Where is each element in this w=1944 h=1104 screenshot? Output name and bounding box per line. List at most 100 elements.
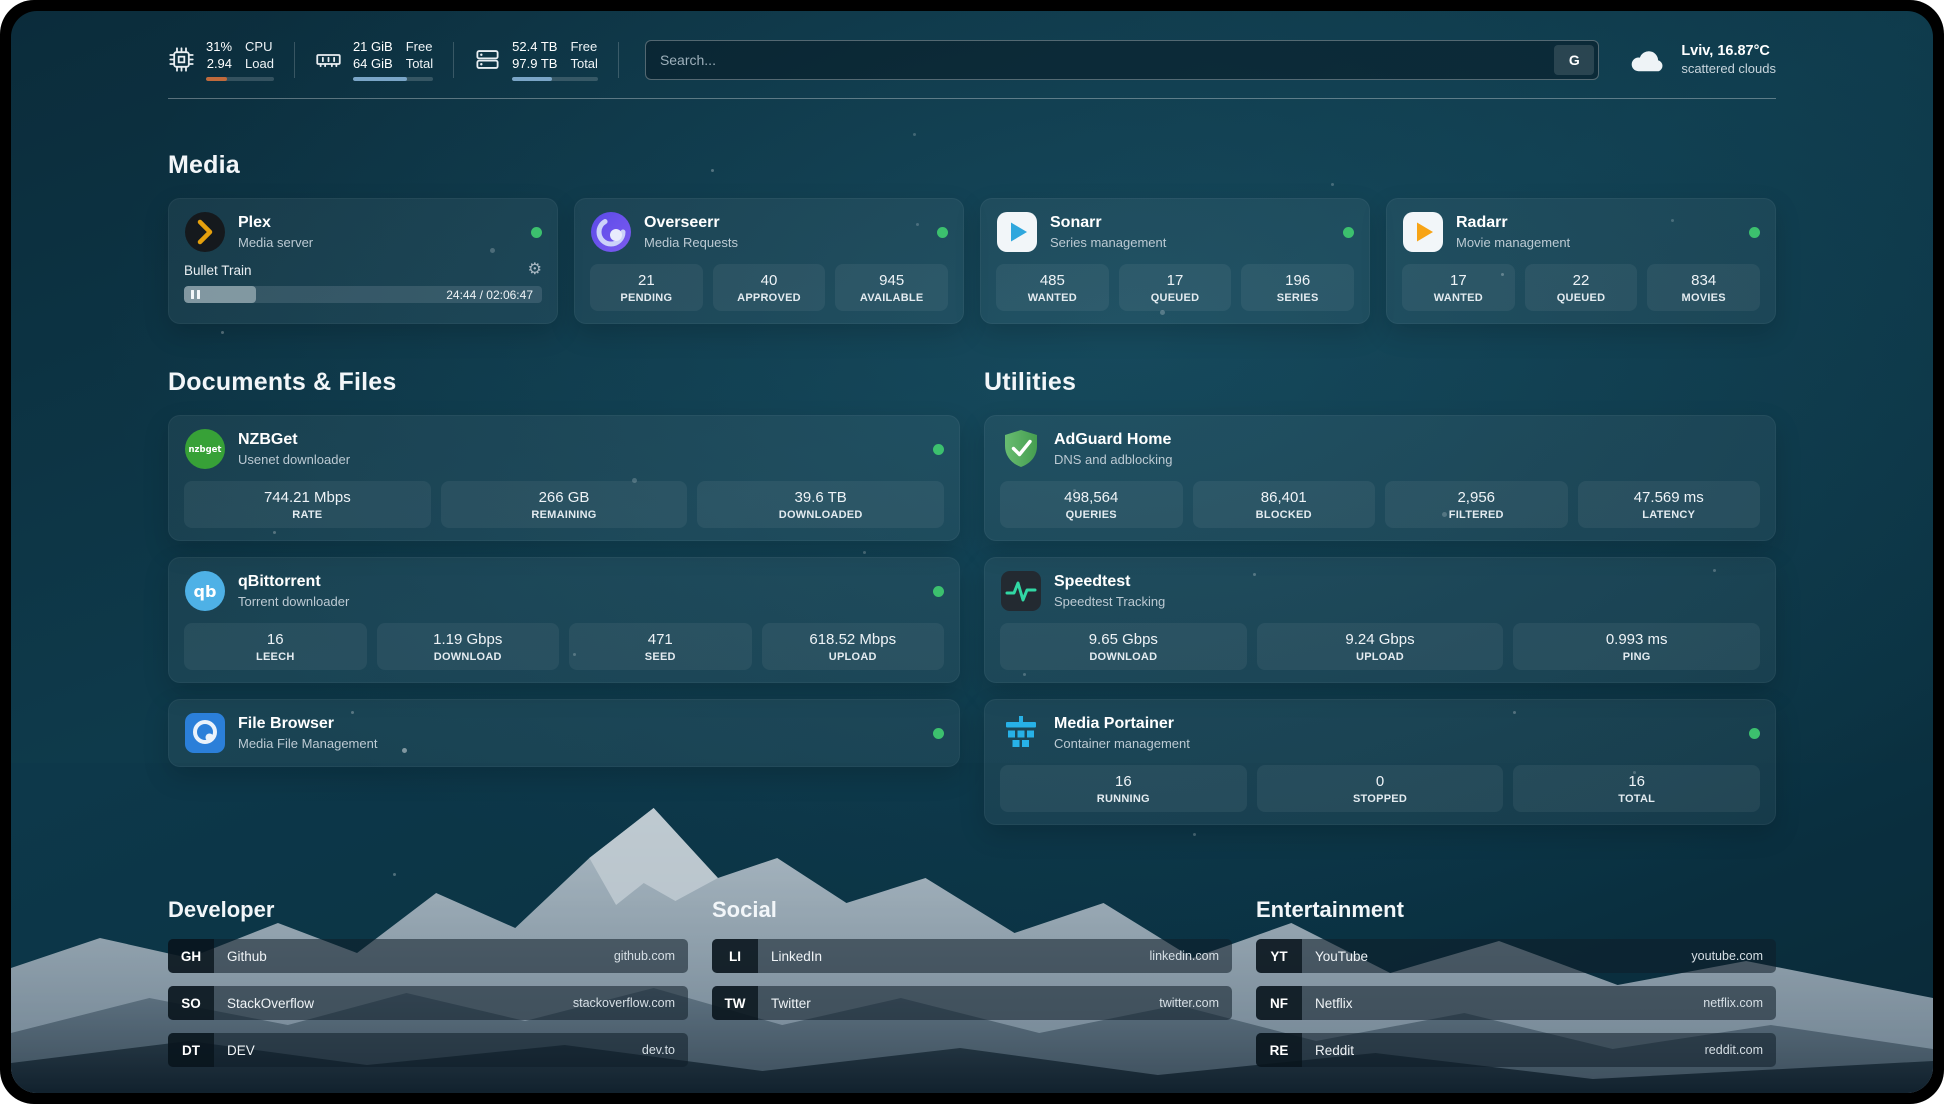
- stat-remaining: 266 GB REMAINING: [441, 481, 688, 528]
- weather-location-temp: Lviv, 16.87°C: [1681, 43, 1776, 59]
- search-engine-button[interactable]: G: [1554, 45, 1594, 75]
- bookmark-url: netflix.com: [1703, 996, 1763, 1010]
- app-name[interactable]: qBittorrent: [238, 573, 349, 591]
- status-dot-online: [933, 586, 944, 597]
- app-subtitle: Series management: [1050, 235, 1166, 250]
- stat-label: APPROVED: [717, 292, 822, 304]
- app-subtitle: Container management: [1054, 736, 1190, 751]
- cpu-load-value: 2.94: [207, 55, 232, 72]
- bookmark-twitter[interactable]: TW Twitter twitter.com: [712, 986, 1232, 1020]
- bookmark-name: Netflix: [1315, 996, 1353, 1011]
- stat-queries: 498,564 QUERIES: [1000, 481, 1183, 528]
- github-icon: GH: [168, 939, 214, 973]
- social-section-title: Social: [712, 897, 1232, 923]
- stat-value: 16: [1517, 773, 1756, 790]
- app-name[interactable]: File Browser: [238, 715, 377, 733]
- app-name[interactable]: Sonarr: [1050, 214, 1166, 232]
- plex-icon[interactable]: [184, 211, 226, 253]
- cpu-widget: 31% 2.94 CPU Load: [168, 38, 294, 81]
- pause-icon[interactable]: [191, 290, 200, 299]
- app-card-plex: Plex Media server Bullet Train ⚙: [168, 198, 558, 324]
- stat-downloaded: 39.6 TB DOWNLOADED: [697, 481, 944, 528]
- stat-seed: 471 SEED: [569, 623, 752, 670]
- memory-total-label: Total: [406, 55, 433, 72]
- stat-label: UPLOAD: [766, 651, 941, 663]
- bookmark-dev[interactable]: DT DEV dev.to: [168, 1033, 688, 1067]
- speedtest-icon[interactable]: [1000, 570, 1042, 612]
- twitter-icon: TW: [712, 986, 758, 1020]
- memory-widget: 21 GiB 64 GiB Free Total: [295, 38, 453, 81]
- memory-progress-fill: [353, 77, 407, 81]
- stat-running: 16 RUNNING: [1000, 765, 1247, 812]
- disk-progress-bar: [512, 77, 598, 81]
- app-name[interactable]: Overseerr: [644, 214, 738, 232]
- app-name[interactable]: Speedtest: [1054, 573, 1165, 591]
- overseerr-icon[interactable]: [590, 211, 632, 253]
- bookmark-url: linkedin.com: [1150, 949, 1219, 963]
- sonarr-icon[interactable]: [996, 211, 1038, 253]
- dev-icon: DT: [168, 1033, 214, 1067]
- bookmark-url: twitter.com: [1159, 996, 1219, 1010]
- now-playing-title: Bullet Train: [184, 263, 252, 278]
- stat-value: 9.65 Gbps: [1004, 631, 1243, 648]
- header-divider: [168, 98, 1776, 99]
- cpu-icon: [168, 46, 195, 73]
- status-dot-online: [933, 728, 944, 739]
- nzbget-icon-text: nzbget: [189, 445, 222, 455]
- radarr-icon[interactable]: [1402, 211, 1444, 253]
- stat-value: 16: [1004, 773, 1243, 790]
- app-card-qbittorrent: qb qBittorrent Torrent downloader: [168, 557, 960, 683]
- app-subtitle: Media server: [238, 235, 313, 250]
- app-name[interactable]: Radarr: [1456, 214, 1570, 232]
- app-name[interactable]: Plex: [238, 214, 313, 232]
- bookmark-name: Reddit: [1315, 1043, 1354, 1058]
- documents-section: Documents & Files nzbget NZBGet: [168, 368, 960, 825]
- gear-icon[interactable]: ⚙: [528, 262, 542, 278]
- app-name[interactable]: NZBGet: [238, 431, 350, 449]
- app-card-nzbget: nzbget NZBGet Usenet downloader 74: [168, 415, 960, 541]
- app-card-speedtest: Speedtest Speedtest Tracking 9.65 Gbps D…: [984, 557, 1776, 683]
- bookmark-reddit[interactable]: RE Reddit reddit.com: [1256, 1033, 1776, 1067]
- stat-value: 16: [188, 631, 363, 648]
- bookmark-linkedin[interactable]: LI LinkedIn linkedin.com: [712, 939, 1232, 973]
- bookmark-url: github.com: [614, 949, 675, 963]
- stat-value: 0.993 ms: [1517, 631, 1756, 648]
- search-input[interactable]: [660, 52, 1554, 68]
- qbittorrent-icon[interactable]: qb: [184, 570, 226, 612]
- app-name[interactable]: Media Portainer: [1054, 715, 1190, 733]
- status-dot-online: [1343, 227, 1354, 238]
- app-name[interactable]: AdGuard Home: [1054, 431, 1173, 449]
- stat-value: 47.569 ms: [1582, 489, 1757, 506]
- disk-icon: [474, 46, 501, 73]
- filebrowser-icon[interactable]: [184, 712, 226, 754]
- bookmark-youtube[interactable]: YT YouTube youtube.com: [1256, 939, 1776, 973]
- stat-value: 9.24 Gbps: [1261, 631, 1500, 648]
- stat-value: 485: [1000, 272, 1105, 289]
- stat-value: 266 GB: [445, 489, 684, 506]
- reddit-icon: RE: [1256, 1033, 1302, 1067]
- bookmark-stackoverflow[interactable]: SO StackOverflow stackoverflow.com: [168, 986, 688, 1020]
- cpu-usage-value: 31%: [206, 38, 232, 55]
- status-dot-online: [531, 227, 542, 238]
- stat-stopped: 0 STOPPED: [1257, 765, 1504, 812]
- app-subtitle: Torrent downloader: [238, 594, 349, 609]
- stat-label: TOTAL: [1517, 793, 1756, 805]
- playback-progress-bar[interactable]: 24:44 / 02:06:47: [184, 286, 542, 303]
- stackoverflow-icon: SO: [168, 986, 214, 1020]
- stat-value: 17: [1406, 272, 1511, 289]
- disk-progress-fill: [512, 77, 551, 81]
- window-frame: 31% 2.94 CPU Load: [0, 0, 1944, 1104]
- nzbget-icon[interactable]: nzbget: [184, 428, 226, 470]
- stat-label: UPLOAD: [1261, 651, 1500, 663]
- adguard-icon[interactable]: [1000, 428, 1042, 470]
- bookmark-netflix[interactable]: NF Netflix netflix.com: [1256, 986, 1776, 1020]
- portainer-icon[interactable]: [1000, 712, 1042, 754]
- stat-wanted: 485 WANTED: [996, 264, 1109, 311]
- stat-label: DOWNLOAD: [381, 651, 556, 663]
- stat-latency: 47.569 ms LATENCY: [1578, 481, 1761, 528]
- stat-value: 86,401: [1197, 489, 1372, 506]
- stat-label: QUEUED: [1529, 292, 1634, 304]
- app-card-overseerr: Overseerr Media Requests 21 PENDING: [574, 198, 964, 324]
- bookmark-github[interactable]: GH Github github.com: [168, 939, 688, 973]
- status-dot-online: [1749, 728, 1760, 739]
